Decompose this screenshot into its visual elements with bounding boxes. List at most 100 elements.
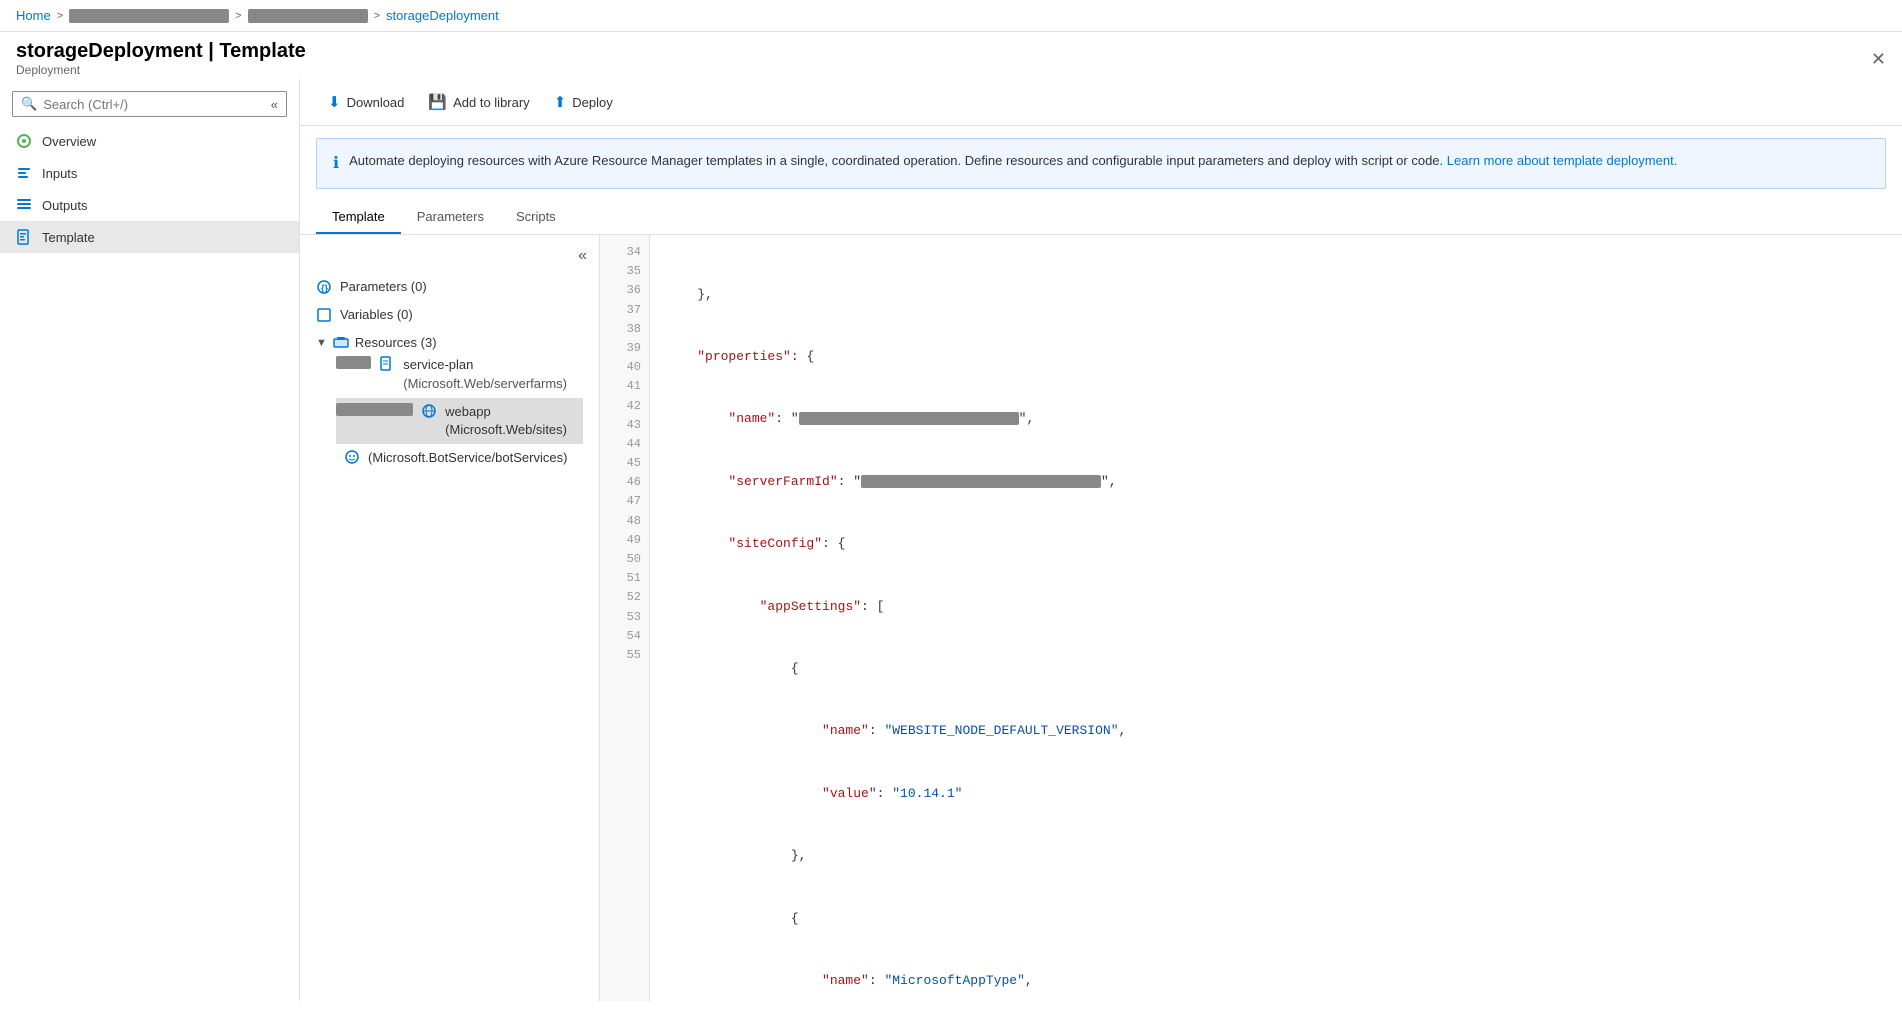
tree-variables-label: Variables (0)	[340, 306, 583, 324]
deploy-button[interactable]: ⬆ Deploy	[542, 87, 625, 117]
sidebar-item-overview-label: Overview	[42, 134, 96, 149]
page-title-area: storageDeployment | Template Deployment	[16, 40, 306, 77]
line-num-49: 49	[600, 531, 649, 550]
inputs-icon	[16, 165, 32, 181]
resources-icon	[333, 335, 349, 351]
breadcrumb-home[interactable]: Home	[16, 8, 51, 23]
page-title: storageDeployment | Template	[16, 40, 306, 63]
line-num-38: 38	[600, 320, 649, 339]
line-num-47: 47	[600, 492, 649, 511]
search-box[interactable]: 🔍 «	[12, 91, 287, 117]
variables-icon	[316, 307, 332, 323]
resources-expand-icon: ▼	[316, 337, 327, 349]
deploy-icon: ⬆	[554, 93, 567, 111]
tab-bar: Template Parameters Scripts	[300, 201, 1902, 235]
code-line-45: "name": "MicrosoftAppType",	[666, 971, 1886, 992]
line-num-42: 42	[600, 397, 649, 416]
tree-resource-service-plan[interactable]: service-plan(Microsoft.Web/serverfarms)	[336, 351, 583, 397]
info-banner: ℹ Automate deploying resources with Azur…	[316, 138, 1886, 189]
tree-panel-header: «	[300, 247, 599, 273]
code-line-41: "name": "WEBSITE_NODE_DEFAULT_VERSION",	[666, 721, 1886, 742]
tree-resources-label: Resources (3)	[355, 335, 437, 350]
breadcrumb-crumb2	[69, 9, 229, 23]
globe-icon	[421, 403, 437, 419]
tab-template[interactable]: Template	[316, 201, 401, 234]
save-icon: 💾	[428, 93, 447, 111]
info-link[interactable]: Learn more about template deployment.	[1447, 153, 1678, 168]
content-area: ⬇ Download 💾 Add to library ⬆ Deploy ℹ A…	[300, 79, 1902, 1001]
download-icon: ⬇	[328, 93, 341, 111]
sidebar-item-inputs[interactable]: Inputs	[0, 157, 299, 189]
line-num-35: 35	[600, 262, 649, 281]
tab-parameters[interactable]: Parameters	[401, 201, 500, 234]
download-label: Download	[347, 95, 405, 110]
code-line-40: {	[666, 659, 1886, 680]
close-button[interactable]: ✕	[1871, 50, 1886, 68]
line-num-40: 40	[600, 358, 649, 377]
bot-icon	[344, 449, 360, 465]
line-num-48: 48	[600, 512, 649, 531]
line-num-45: 45	[600, 454, 649, 473]
code-line-39: "appSettings": [	[666, 597, 1886, 618]
code-editor: 34 35 36 37 38 39 40 41 42 43 44 45 46 4…	[600, 235, 1902, 1001]
line-num-37: 37	[600, 301, 649, 320]
page-header: storageDeployment | Template Deployment …	[0, 32, 1902, 79]
add-to-library-button[interactable]: 💾 Add to library	[416, 87, 541, 117]
line-num-46: 46	[600, 473, 649, 492]
tree-resource-botservice[interactable]: (Microsoft.BotService/botServices)	[336, 444, 583, 472]
line-num-54: 54	[600, 627, 649, 646]
template-content: « {} Parameters (0) Variables (0)	[300, 235, 1902, 1001]
tree-collapse-icon[interactable]: «	[578, 247, 587, 265]
search-icon: 🔍	[21, 96, 37, 112]
info-icon: ℹ	[333, 152, 339, 176]
sidebar: 🔍 « Overview Inputs	[0, 79, 300, 1001]
collapse-sidebar-icon[interactable]: «	[271, 97, 278, 112]
breadcrumb-current[interactable]: storageDeployment	[386, 8, 499, 23]
sidebar-item-outputs[interactable]: Outputs	[0, 189, 299, 221]
line-numbers: 34 35 36 37 38 39 40 41 42 43 44 45 46 4…	[600, 235, 650, 1001]
sidebar-item-inputs-label: Inputs	[42, 166, 77, 181]
line-num-53: 53	[600, 608, 649, 627]
line-num-39: 39	[600, 339, 649, 358]
tree-resource-webapp[interactable]: webapp (Microsoft.Web/sites)	[336, 398, 583, 444]
line-num-41: 41	[600, 377, 649, 396]
sidebar-item-overview[interactable]: Overview	[0, 125, 299, 157]
line-num-43: 43	[600, 416, 649, 435]
breadcrumb-sep1: >	[57, 10, 63, 22]
tree-botservice-label: (Microsoft.BotService/botServices)	[368, 449, 567, 467]
tree-variables[interactable]: Variables (0)	[300, 301, 599, 329]
outputs-icon	[16, 197, 32, 213]
add-library-label: Add to library	[453, 95, 530, 110]
tree-resources-children: service-plan(Microsoft.Web/serverfarms) …	[316, 351, 583, 472]
overview-icon	[16, 133, 32, 149]
parameters-icon: {}	[316, 279, 332, 295]
template-icon	[16, 229, 32, 245]
tree-parameters-label: Parameters (0)	[340, 278, 583, 296]
tree-parameters[interactable]: {} Parameters (0)	[300, 273, 599, 301]
breadcrumb-sep2: >	[235, 10, 241, 22]
code-line-44: {	[666, 909, 1886, 930]
info-text: Automate deploying resources with Azure …	[349, 151, 1677, 171]
toolbar: ⬇ Download 💾 Add to library ⬆ Deploy	[300, 79, 1902, 126]
deploy-label: Deploy	[572, 95, 612, 110]
code-line-37: "serverFarmId": "",	[666, 472, 1886, 493]
line-num-55: 55	[600, 646, 649, 665]
breadcrumb-sep3: >	[374, 10, 380, 22]
breadcrumb-crumb3	[248, 9, 368, 23]
tree-webapp-label: webapp (Microsoft.Web/sites)	[445, 403, 567, 439]
code-line-35: "properties": {	[666, 347, 1886, 368]
code-line-36: "name": "",	[666, 409, 1886, 430]
svg-text:{}: {}	[321, 283, 329, 293]
download-button[interactable]: ⬇ Download	[316, 87, 416, 117]
line-num-34: 34	[600, 243, 649, 262]
sidebar-item-template[interactable]: Template	[0, 221, 299, 253]
code-line-42: "value": "10.14.1"	[666, 784, 1886, 805]
code-line-43: },	[666, 846, 1886, 867]
tree-resources-header[interactable]: ▼ Resources (3)	[316, 334, 583, 351]
search-input[interactable]	[43, 97, 271, 112]
tab-scripts[interactable]: Scripts	[500, 201, 572, 234]
code-line-38: "siteConfig": {	[666, 534, 1886, 555]
line-num-36: 36	[600, 281, 649, 300]
tree-panel: « {} Parameters (0) Variables (0)	[300, 235, 600, 1001]
file-icon	[379, 356, 395, 372]
